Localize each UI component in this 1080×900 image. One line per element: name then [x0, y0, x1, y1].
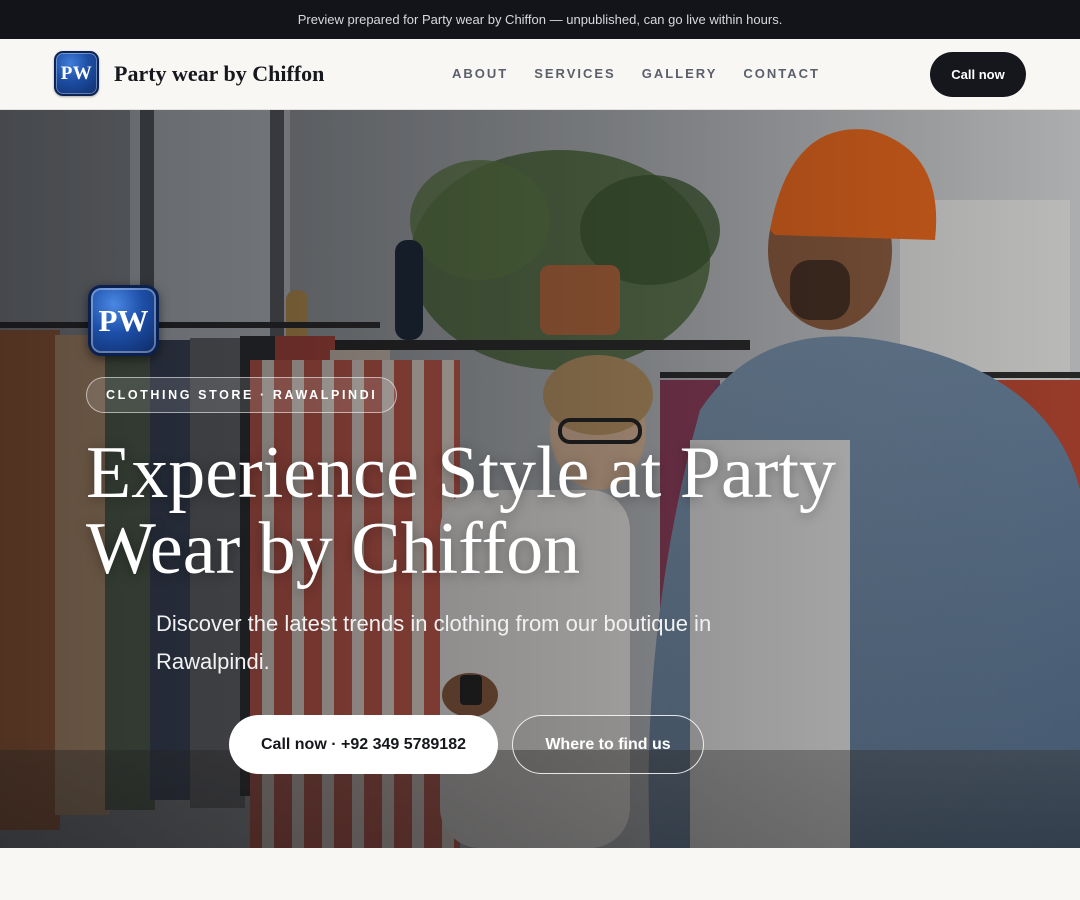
brand[interactable]: PW Party wear by Chiffon [54, 51, 324, 96]
hero-section: PW CLOTHING STORE · RAWALPINDI Experienc… [0, 110, 1080, 848]
nav-item-services[interactable]: SERVICES [534, 66, 616, 81]
find-us-button[interactable]: Where to find us [512, 715, 704, 774]
preview-banner-text: Preview prepared for Party wear by Chiff… [297, 12, 783, 27]
call-phone-button[interactable]: Call now · +92 349 5789182 [229, 715, 498, 774]
preview-banner: Preview prepared for Party wear by Chiff… [0, 0, 1080, 39]
site-header: PW Party wear by Chiffon ABOUT SERVICES … [0, 39, 1080, 110]
logo-icon: PW [54, 51, 99, 96]
brand-name: Party wear by Chiffon [114, 60, 325, 86]
call-now-button[interactable]: Call now [930, 52, 1026, 97]
nav-item-contact[interactable]: CONTACT [743, 66, 820, 81]
hero-logo-icon: PW [88, 285, 159, 356]
hero-title: Experience Style at Party Wear by Chiffo… [86, 432, 837, 590]
category-badge: CLOTHING STORE · RAWALPINDI [86, 377, 398, 413]
hero-subtitle: Discover the latest trends in clothing f… [156, 611, 712, 674]
nav-item-gallery[interactable]: GALLERY [642, 66, 718, 81]
nav-item-about[interactable]: ABOUT [452, 66, 508, 81]
main-nav: ABOUT SERVICES GALLERY CONTACT [452, 66, 846, 81]
next-section [0, 848, 1080, 900]
